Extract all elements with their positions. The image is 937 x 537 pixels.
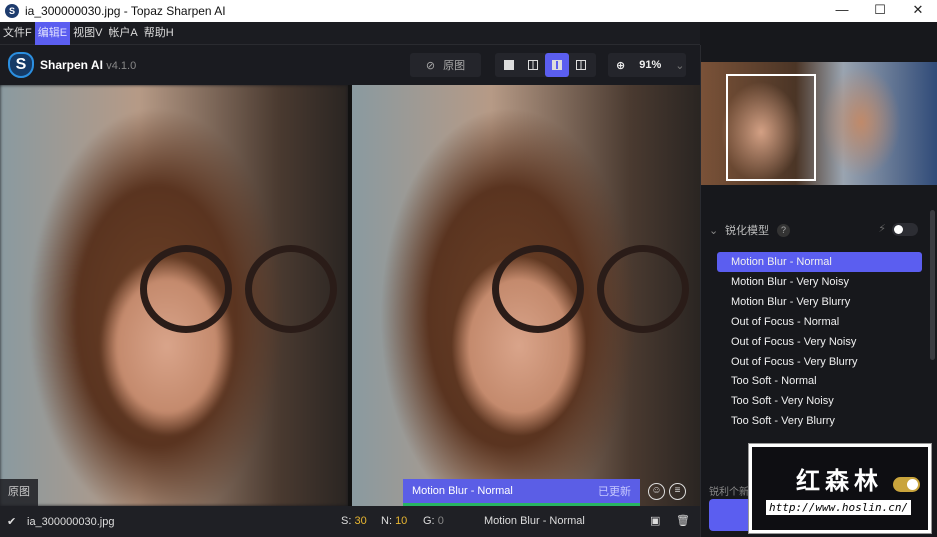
model-item[interactable]: Out of Focus - Very Noisy [717, 332, 922, 352]
check-icon[interactable]: ✔ [7, 515, 27, 528]
model-item[interactable]: Motion Blur - Very Blurry [717, 292, 922, 312]
toolbar: S Sharpen AI v4.1.0 ⊘ 原图 ⊕ 91% ⌄ [0, 45, 700, 85]
model-item[interactable]: Motion Blur - Normal [717, 252, 922, 272]
window-title: ia_300000030.jpg - Topaz Sharpen AI [25, 4, 226, 18]
view-single-button[interactable] [497, 53, 521, 77]
menu-help[interactable]: 帮助H [141, 22, 177, 45]
lightning-icon: ⚡ [878, 223, 886, 235]
show-original-button[interactable]: ⊘ 原图 [410, 53, 481, 77]
minimize-button[interactable]: — [823, 0, 861, 22]
model-item[interactable]: Too Soft - Normal [717, 371, 922, 391]
n-value: 10 [395, 515, 408, 527]
show-original-label: 原图 [443, 60, 466, 72]
navigator-thumbnail[interactable] [701, 62, 937, 185]
model-item[interactable]: Too Soft - Very Blurry [717, 411, 922, 431]
zoom-level: 91% [639, 59, 662, 71]
neutral-face-icon[interactable]: ≡ [669, 483, 686, 500]
original-image[interactable] [0, 85, 348, 506]
model-item[interactable]: Out of Focus - Very Blurry [717, 352, 922, 372]
app-version: v4.1.0 [106, 60, 137, 72]
g-value: 0 [437, 515, 444, 527]
s-value: 30 [354, 515, 367, 527]
smile-icon[interactable]: ☺ [648, 483, 665, 500]
app-icon: S [5, 4, 19, 18]
split-view-icon [528, 60, 538, 70]
view-side-by-side-button[interactable] [545, 53, 569, 77]
side-by-side-icon [552, 60, 562, 70]
app-name-text: Sharpen AI [40, 58, 103, 72]
glasses-right [597, 245, 689, 333]
section-title: 锐化模型 [725, 225, 769, 237]
view-mode-group [495, 53, 596, 77]
status-model: Motion Blur - Normal [484, 515, 585, 527]
menu-bar: 文件F 编辑E 视图V 帐户A 帮助H [0, 21, 700, 45]
stat-g: G: 0 [423, 506, 444, 537]
navigator-viewport[interactable] [726, 74, 816, 181]
preview-model-banner: Motion Blur - Normal 已更新 [403, 479, 640, 506]
model-item[interactable]: Out of Focus - Normal [717, 312, 922, 332]
watermark-toggle-graphic [893, 477, 920, 492]
zoom-control[interactable]: ⊕ 91% ⌄ [608, 53, 686, 77]
grid-view-icon [576, 60, 586, 70]
sidebar-scrollbar[interactable] [930, 210, 935, 360]
watermark-url: http://www.hoslin.cn/ [766, 500, 912, 515]
sharpen-model-header[interactable]: ⌄ 锐化模型 ? ⚡ [701, 220, 937, 240]
chevron-down-icon: ⌄ [675, 59, 685, 72]
zoom-in-icon: ⊕ [616, 59, 626, 72]
model-item[interactable]: Too Soft - Very Noisy [717, 391, 922, 411]
watermark-logo: 红森林 http://www.hoslin.cn/ [749, 444, 931, 533]
sharpened-image[interactable] [352, 85, 700, 506]
file-name: ia_300000030.jpg [27, 515, 115, 528]
n-label: N: [381, 515, 392, 527]
g-label: G: [423, 515, 435, 527]
sharpen-logo-icon: S [8, 52, 34, 78]
eye-off-icon: ⊘ [425, 59, 436, 72]
model-item[interactable]: Motion Blur - Very Noisy [717, 272, 922, 292]
view-grid-button[interactable] [569, 53, 593, 77]
status-bar: ✔ ia_300000030.jpg S: 30 N: 10 G: 0 Moti… [0, 506, 700, 537]
help-icon[interactable]: ? [777, 223, 790, 237]
title-bar: S ia_300000030.jpg - Topaz Sharpen AI — … [0, 0, 937, 22]
menu-account[interactable]: 帐户A [105, 22, 140, 45]
menu-view[interactable]: 视图V [70, 22, 105, 45]
maximize-button[interactable]: ☐ [861, 0, 899, 22]
trash-icon[interactable]: 🗑 [676, 506, 690, 537]
updated-status: 已更新 [598, 486, 631, 498]
glasses-right [245, 245, 337, 333]
view-split-button[interactable] [521, 53, 545, 77]
stat-s: S: 30 [341, 506, 367, 537]
glasses-left [492, 245, 584, 333]
s-label: S: [341, 515, 352, 527]
close-button[interactable]: ✕ [899, 0, 937, 22]
section-2-header[interactable]: 锐利个新 [709, 483, 749, 498]
auto-toggle[interactable] [892, 223, 918, 236]
watermark-title: 红森林 [796, 468, 883, 495]
preview-model-name: Motion Blur - Normal [412, 485, 513, 497]
menu-file[interactable]: 文件F [0, 22, 35, 45]
single-view-icon [504, 60, 514, 70]
original-label: 原图 [0, 479, 38, 506]
glasses-left [140, 245, 232, 333]
menu-edit[interactable]: 编辑E [34, 21, 71, 45]
model-list: Motion Blur - Normal Motion Blur - Very … [717, 252, 922, 431]
app-name: Sharpen AI v4.1.0 [40, 58, 136, 72]
chevron-down-icon: ⌄ [709, 224, 719, 237]
stat-n: N: 10 [381, 506, 407, 537]
preview-icon[interactable]: ▣ [650, 506, 660, 537]
